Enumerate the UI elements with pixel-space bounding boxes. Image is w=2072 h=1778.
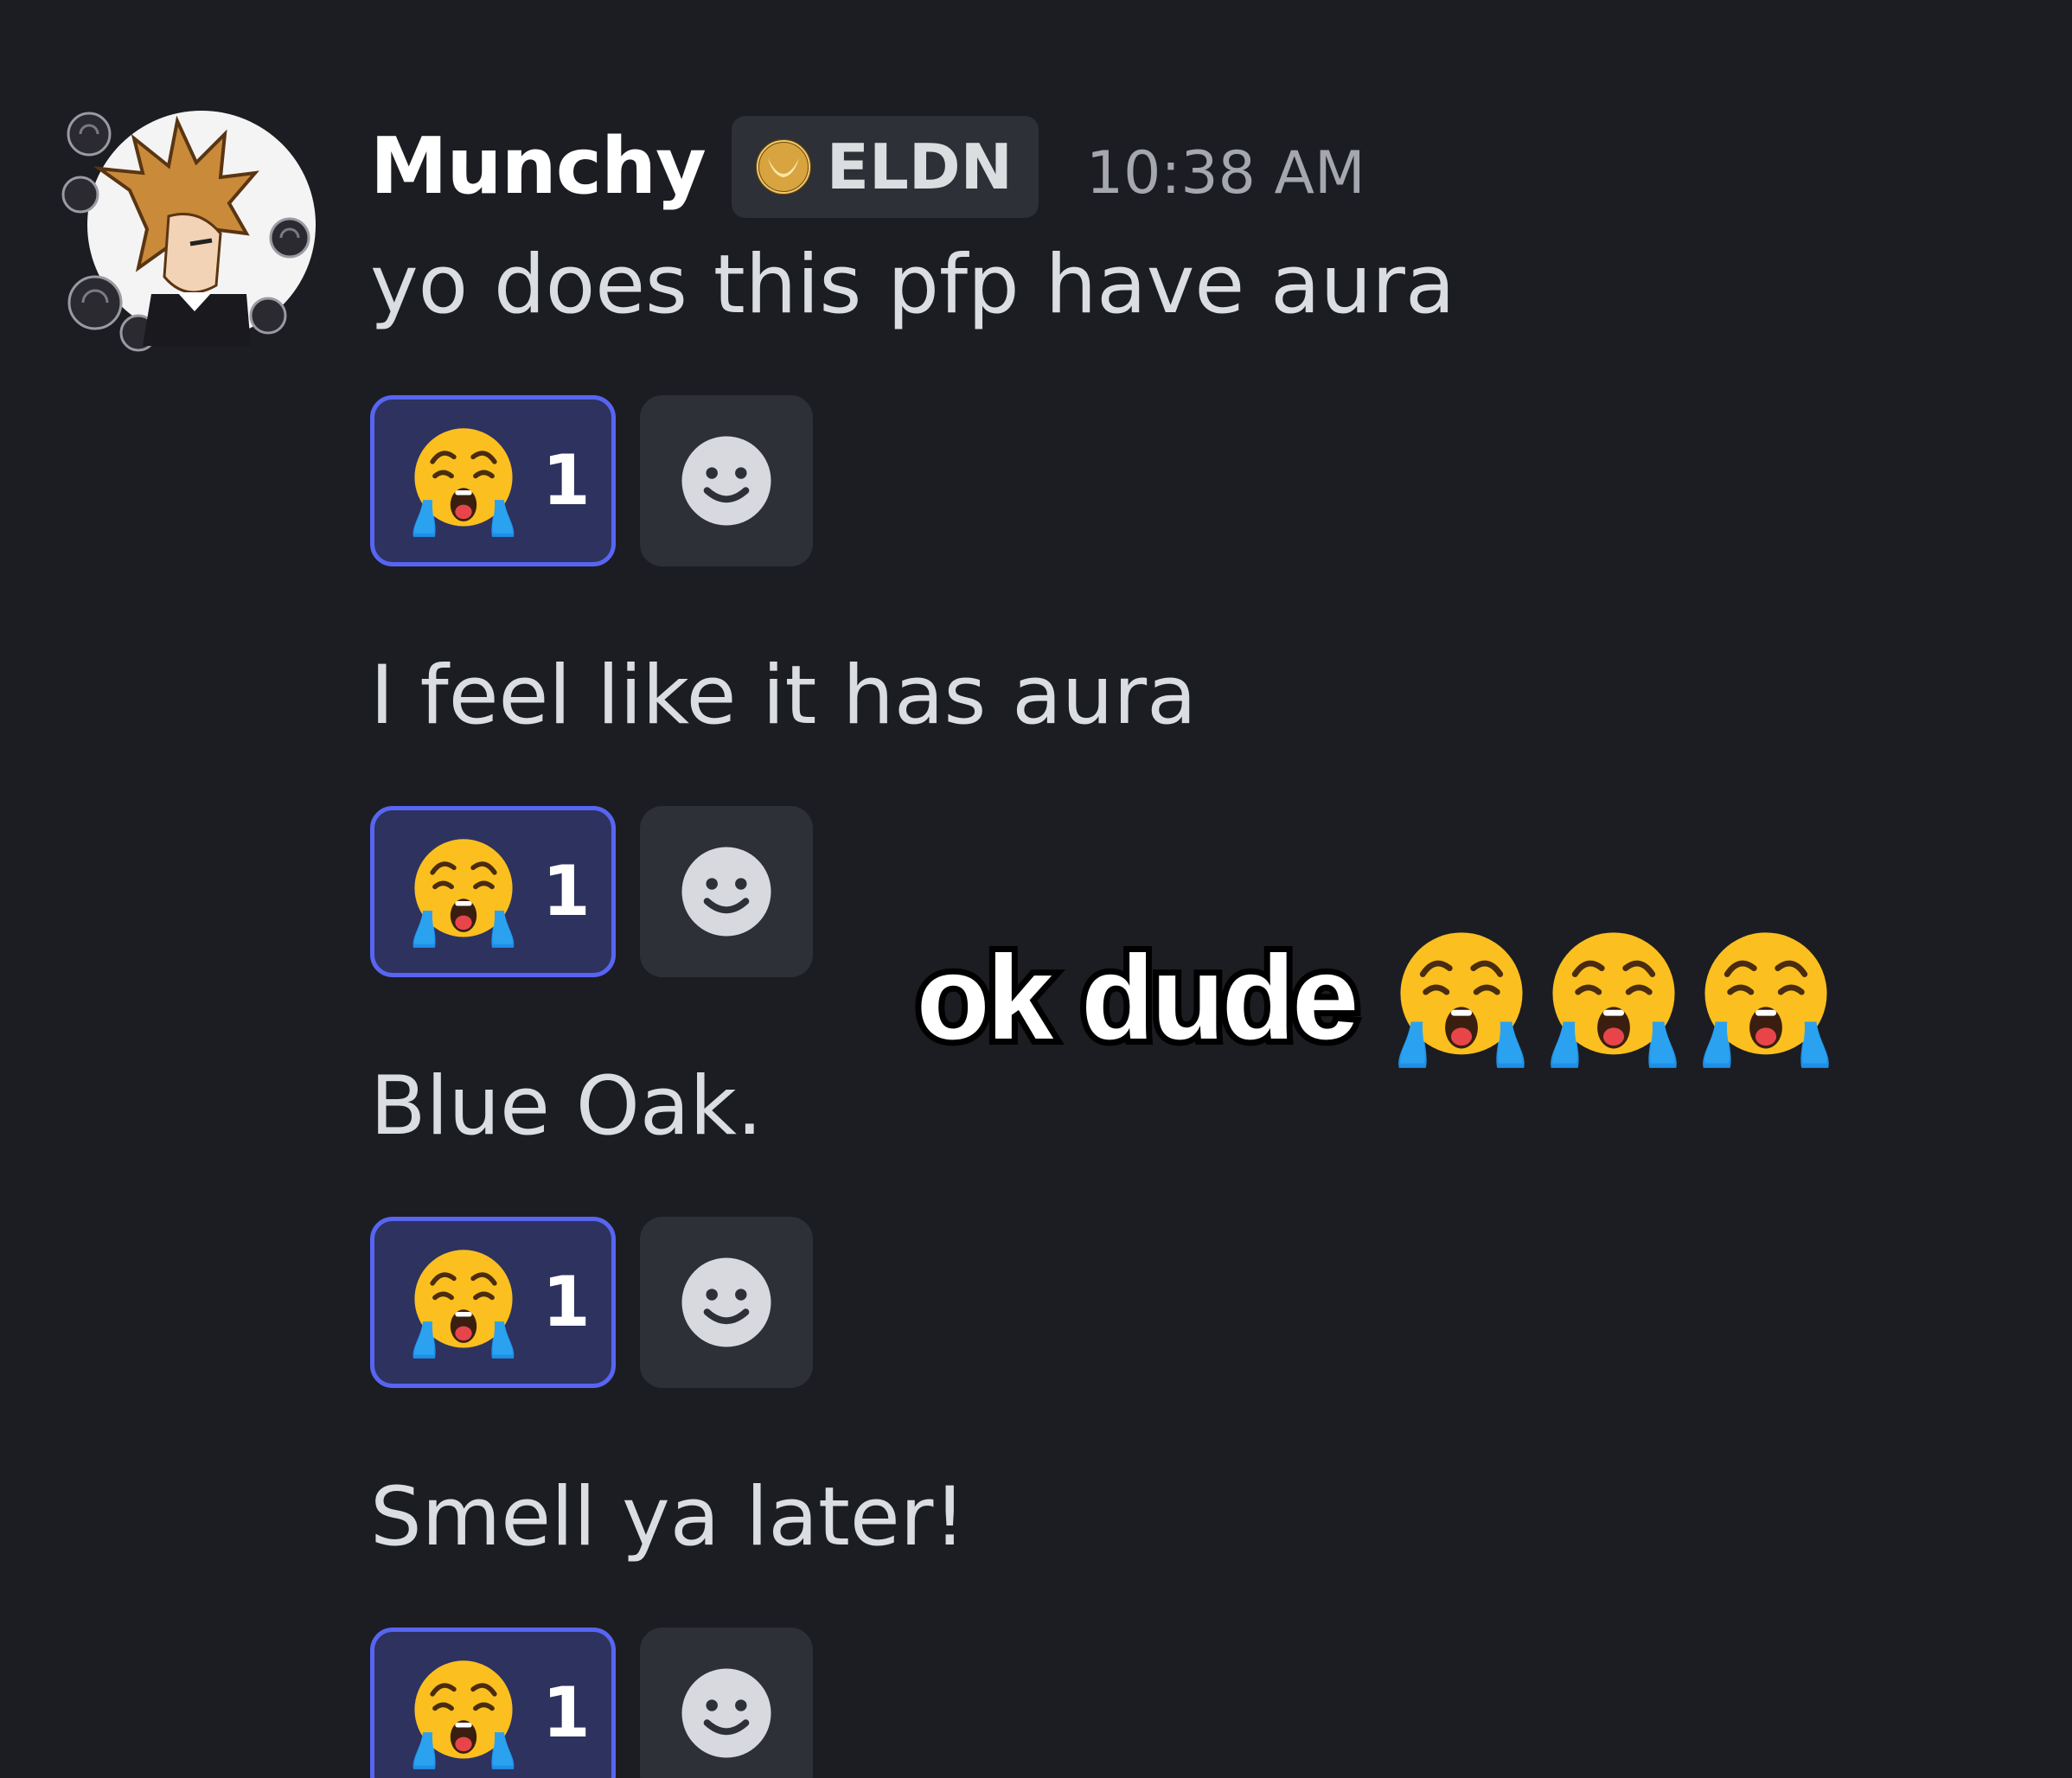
timestamp[interactable]: 10:38 AM (1086, 144, 1365, 203)
loudly-crying-face-icon (404, 421, 523, 540)
reaction-button[interactable]: 1 (370, 1628, 616, 1778)
overlay-caption-text: ok dude (911, 931, 1365, 1065)
loudly-crying-face-icon (404, 832, 523, 951)
smiley-face-icon (681, 1257, 771, 1347)
reaction-bar: 1 (370, 806, 813, 977)
add-reaction-button[interactable] (640, 395, 813, 566)
overlay-caption: ok dude (911, 924, 1844, 1072)
reaction-button[interactable]: 1 (370, 1217, 616, 1388)
message-text: Blue Oak. (370, 1059, 763, 1154)
smiley-face-icon (681, 436, 771, 526)
guild-tag-label: ELDN (826, 131, 1013, 203)
crescent-badge-icon (755, 139, 811, 195)
reaction-bar: 1 (370, 1217, 813, 1388)
smiley-face-icon (681, 1668, 771, 1758)
add-reaction-button[interactable] (640, 806, 813, 977)
reaction-button[interactable]: 1 (370, 806, 616, 977)
loudly-crying-face-icon (1539, 924, 1688, 1072)
message-text: I feel like it has aura (370, 649, 1197, 743)
loudly-crying-face-icon (1387, 924, 1536, 1072)
reaction-count: 1 (542, 440, 591, 521)
username[interactable]: Munchy (370, 128, 707, 206)
guild-tag[interactable]: ELDN (731, 116, 1039, 218)
message-text: yo does this pfp have aura (370, 238, 1455, 332)
loudly-crying-face-icon (404, 1653, 523, 1773)
reaction-bar: 1 (370, 1628, 813, 1778)
message-text: Smell ya later! (370, 1470, 967, 1564)
reaction-count: 1 (542, 1262, 591, 1342)
add-reaction-button[interactable] (640, 1217, 813, 1388)
reaction-count: 1 (542, 851, 591, 931)
avatar[interactable] (48, 86, 320, 355)
loudly-crying-face-icon (404, 1243, 523, 1362)
message-header: Munchy ELDN 10:38 AM (370, 111, 1365, 223)
reaction-bar: 1 (370, 395, 813, 566)
avatar-spiky-hair-roses-icon (61, 111, 316, 352)
reaction-button[interactable]: 1 (370, 395, 616, 566)
smiley-face-icon (681, 847, 771, 937)
loudly-crying-face-icon (1691, 924, 1840, 1072)
reaction-count: 1 (542, 1672, 591, 1753)
add-reaction-button[interactable] (640, 1628, 813, 1778)
